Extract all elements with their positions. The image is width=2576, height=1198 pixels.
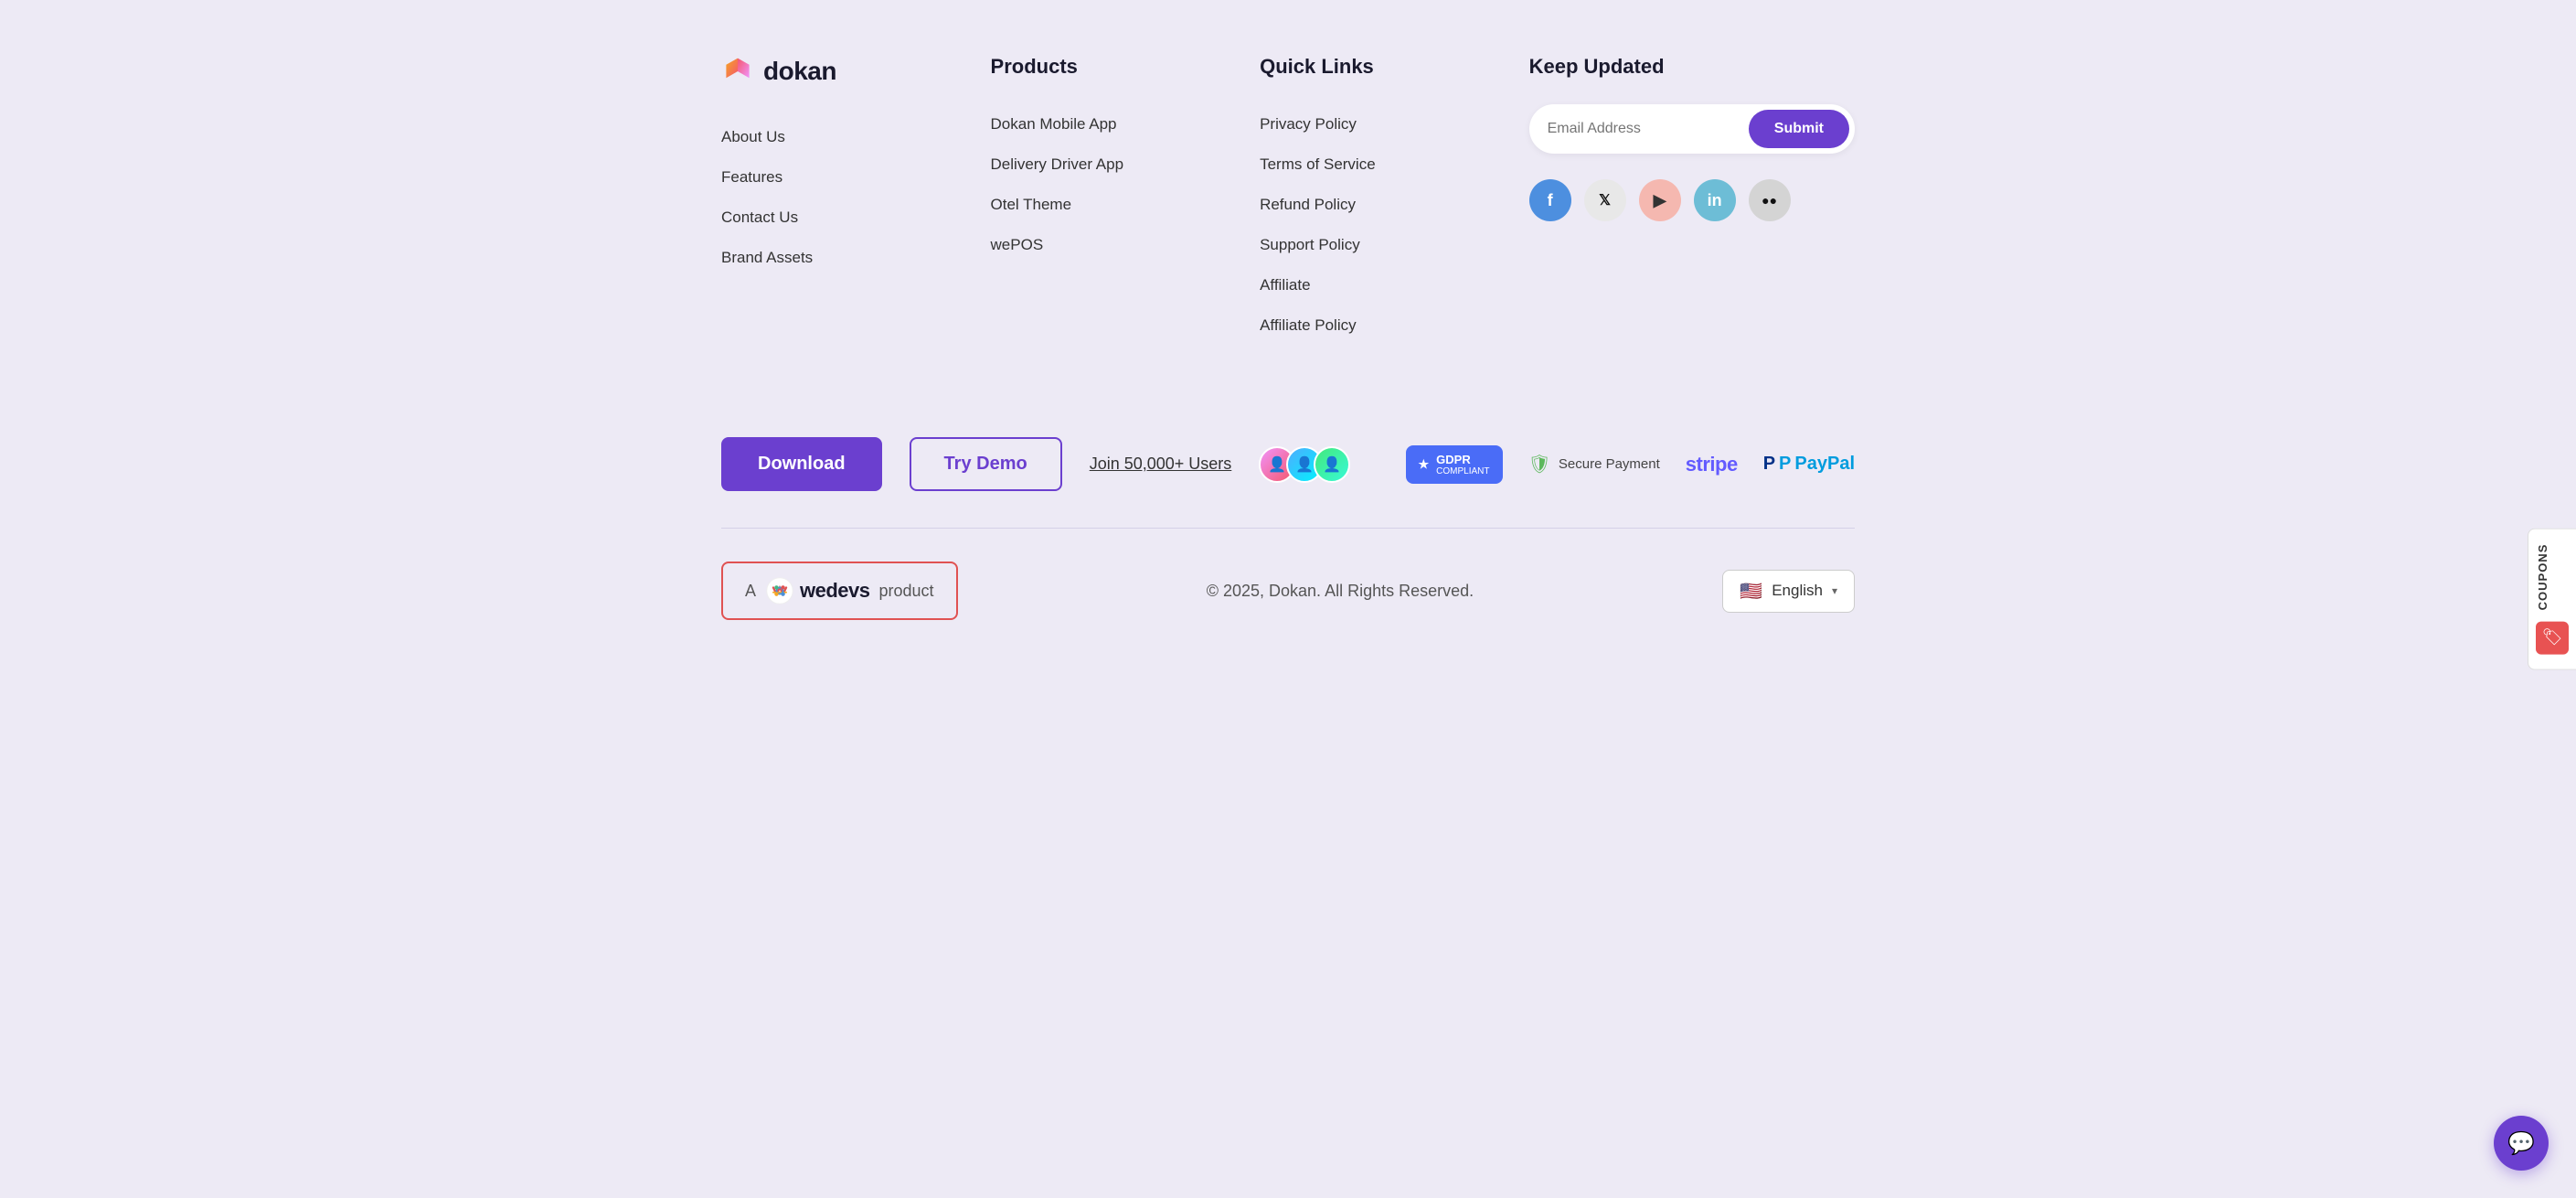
coupons-tab[interactable]: COUPONS 🏷 [2528,529,2576,670]
quick-links-column: Quick Links Privacy Policy Terms of Serv… [1260,55,1493,346]
link-privacy-policy[interactable]: Privacy Policy [1260,104,1493,144]
cta-row: Download Try Demo Join 50,000+ Users 👤 👤… [721,401,1855,528]
link-affiliate-policy[interactable]: Affiliate Policy [1260,305,1493,346]
chat-button[interactable]: 💬 [2494,1116,2549,1171]
newsletter-header: Keep Updated [1529,55,1855,79]
wedevs-box: A wedevs product [721,562,958,620]
secure-payment-label: Secure Payment [1559,456,1660,472]
footer-bottom: A wedevs product © 2025, Dokan. All Righ… [721,528,1855,657]
badges-area: ★ GDPR COMPLIANT 🛡 Secure Payment stripe… [1406,445,1856,484]
products-header: Products [991,55,1224,79]
social-icons-group: f 𝕏 ▶ in ●● [1529,179,1855,221]
link-refund-policy[interactable]: Refund Policy [1260,185,1493,225]
gdpr-label: GDPR COMPLIANT [1436,453,1489,476]
product-wepos[interactable]: wePOS [991,225,1224,265]
join-users-link[interactable]: Join 50,000+ Users [1090,455,1232,474]
logo-text: dokan [763,57,836,86]
youtube-icon[interactable]: ▶ [1639,179,1681,221]
company-column: dokan About Us Features Contact Us Brand… [721,55,954,346]
products-column: Products Dokan Mobile App Delivery Drive… [991,55,1224,346]
product-dokan-mobile[interactable]: Dokan Mobile App [991,104,1224,144]
try-demo-button[interactable]: Try Demo [910,437,1062,491]
wedevs-logo[interactable]: wedevs [765,576,870,605]
chat-icon: 💬 [2507,1130,2535,1157]
stripe-badge: stripe [1686,453,1738,476]
coupons-label: COUPONS [2536,544,2549,611]
newsletter-column: Keep Updated Submit f 𝕏 ▶ in ●● [1529,55,1855,346]
nav-features[interactable]: Features [721,157,954,198]
paypal-badge: PP PayPal [1763,454,1855,475]
link-terms-of-service[interactable]: Terms of Service [1260,144,1493,185]
wedevs-logo-icon [765,576,794,605]
nav-about-us[interactable]: About Us [721,117,954,157]
avatar-3: 👤 [1314,446,1350,483]
chevron-down-icon: ▾ [1832,584,1837,597]
logo[interactable]: dokan [721,55,954,88]
avatar-group: 👤 👤 👤 [1259,446,1350,483]
dokan-logo-icon [721,55,754,88]
flag-icon: 🇺🇸 [1740,580,1762,603]
gdpr-badge: ★ GDPR COMPLIANT [1406,445,1503,484]
nav-brand-assets[interactable]: Brand Assets [721,238,954,278]
language-label: English [1772,582,1823,600]
email-form: Submit [1529,104,1855,154]
x-twitter-icon[interactable]: 𝕏 [1584,179,1626,221]
gdpr-star-icon: ★ [1419,457,1430,472]
submit-button[interactable]: Submit [1749,110,1849,148]
link-affiliate[interactable]: Affiliate [1260,265,1493,305]
email-input[interactable] [1548,121,1749,137]
linkedin-icon[interactable]: in [1694,179,1736,221]
product-otel-theme[interactable]: Otel Theme [991,185,1224,225]
link-support-policy[interactable]: Support Policy [1260,225,1493,265]
medium-icon[interactable]: ●● [1749,179,1791,221]
shield-check-icon: 🛡 [1528,453,1551,476]
nav-contact-us[interactable]: Contact Us [721,198,954,238]
language-selector[interactable]: 🇺🇸 English ▾ [1722,570,1855,613]
quick-links-header: Quick Links [1260,55,1493,79]
coupons-icon: 🏷 [2536,621,2569,654]
copyright-text: © 2025, Dokan. All Rights Reserved. [1207,582,1474,601]
product-delivery-driver[interactable]: Delivery Driver App [991,144,1224,185]
secure-payment-badge: 🛡 Secure Payment [1528,453,1660,476]
facebook-icon[interactable]: f [1529,179,1571,221]
download-button[interactable]: Download [721,437,882,491]
